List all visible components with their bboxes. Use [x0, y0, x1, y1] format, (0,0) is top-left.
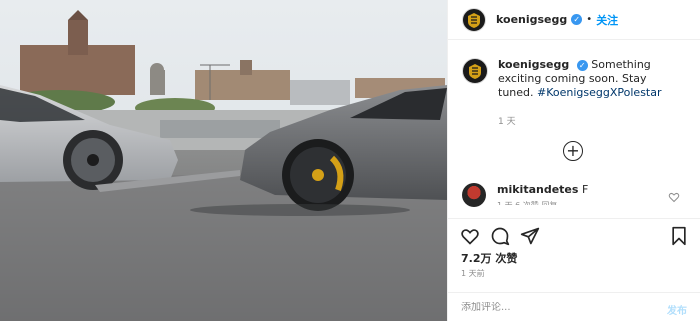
koenigsegg-avatar[interactable] — [462, 7, 486, 32]
comment-input[interactable] — [461, 301, 651, 313]
post-header: koenigsegg ✓ • 关注 — [448, 0, 700, 40]
header-separator: • — [586, 14, 593, 25]
verified-badge-icon: ✓ — [571, 14, 583, 25]
post-photo[interactable] — [0, 0, 447, 321]
caption-text: koenigsegg ✓ Something exciting coming s… — [498, 58, 684, 100]
post-sidebar: koenigsegg ✓ • 关注 koenigsegg ✓ Something… — [447, 0, 700, 321]
bookmark-icon[interactable] — [669, 226, 689, 246]
publish-button[interactable]: 发布 — [667, 302, 687, 317]
post-caption: koenigsegg ✓ Something exciting coming s… — [462, 58, 684, 100]
load-more-comments-icon[interactable]: + — [563, 141, 583, 161]
comment-icon[interactable] — [490, 226, 510, 246]
share-icon[interactable] — [520, 226, 540, 246]
comment-text: mikitandetes F 1 天 6 次赞 回复 — [497, 183, 588, 205]
add-comment-bar: 发布 — [448, 292, 700, 321]
comment-meta: 1 天 6 次赞 回复 — [497, 199, 588, 205]
caption-hashtag[interactable]: #KoenigseggXPolestar — [537, 86, 662, 99]
header-username[interactable]: koenigsegg — [496, 13, 567, 26]
instagram-post-view: koenigsegg ✓ • 关注 koenigsegg ✓ Something… — [0, 0, 700, 321]
follow-button[interactable]: 关注 — [596, 12, 618, 28]
comment-item: mikitandetes F 1 天 6 次赞 回复 — [462, 183, 684, 207]
koenigsegg-logo-icon — [468, 12, 480, 28]
likes-count[interactable]: 7.2万 次赞 — [461, 250, 517, 266]
post-time: 1 天前 — [461, 269, 485, 278]
caption-avatar[interactable] — [462, 58, 488, 84]
comment-username[interactable]: mikitandetes — [497, 183, 578, 196]
caption-time: 1 天 — [498, 117, 516, 127]
koenigsegg-logo-icon — [469, 64, 481, 79]
heart-icon[interactable] — [460, 226, 480, 246]
comment-like-heart-icon[interactable] — [668, 191, 680, 203]
car-photo-illustration — [0, 0, 447, 321]
caption-username[interactable]: koenigsegg — [498, 58, 569, 71]
comment-body: F — [581, 183, 589, 196]
commenter-avatar[interactable] — [462, 183, 486, 207]
verified-badge-icon: ✓ — [576, 59, 588, 71]
